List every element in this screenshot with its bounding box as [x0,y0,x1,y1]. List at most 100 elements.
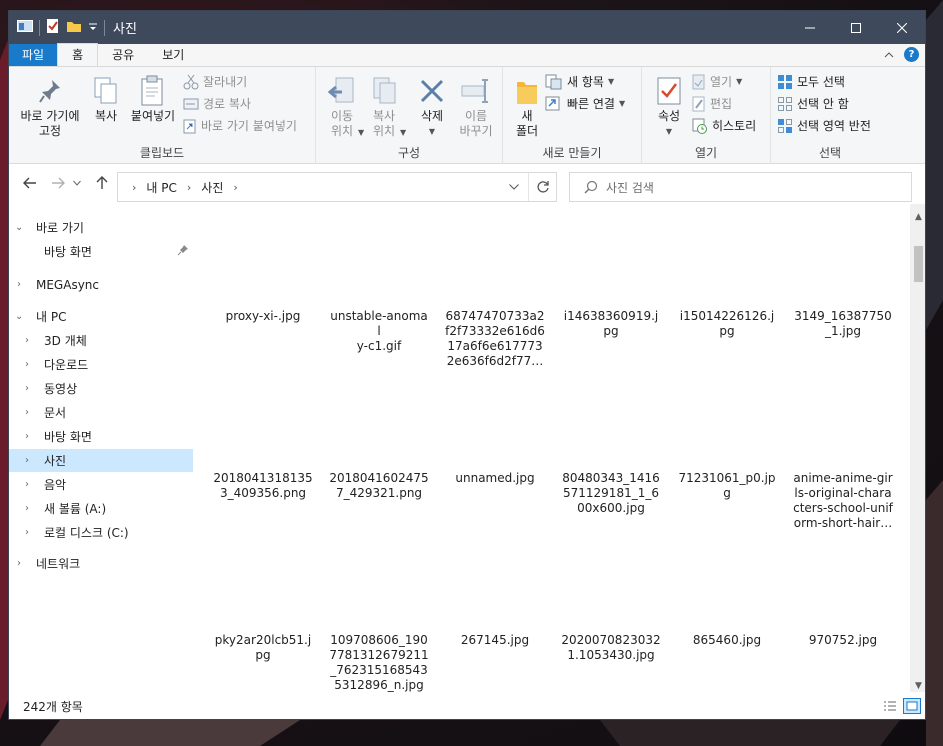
breadcrumb-this-pc[interactable]: 내 PC [146,179,176,196]
nav-3d-objects[interactable]: › 3D 개체 [9,329,193,352]
nav-desktop-pinned[interactable]: 바탕 화면 [9,240,193,263]
large-icons-view-button[interactable] [903,698,921,714]
file-item[interactable]: 2018041602475 7_429321.png [329,471,429,501]
tab-file[interactable]: 파일 [9,44,58,66]
chevron-right-icon[interactable]: › [25,479,29,490]
nav-this-pc[interactable]: ⌄ 내 PC [9,305,193,328]
maximize-button[interactable] [833,11,879,44]
item-count: 242개 항목 [23,700,83,714]
chevron-right-icon[interactable]: › [25,407,29,418]
tab-share[interactable]: 공유 [98,44,148,66]
rename-button[interactable]: 이름 바꾸기 [454,73,498,139]
minimize-button[interactable] [787,11,833,44]
app-icon[interactable] [17,19,33,36]
file-item[interactable]: i14638360919.j pg [561,309,661,339]
chevron-right-icon[interactable]: › [17,558,21,569]
file-item[interactable]: unnamed.jpg [445,471,545,486]
new-folder-quick-icon[interactable] [66,19,82,36]
breadcrumb-pictures[interactable]: 사진 [201,179,223,196]
nav-quick-access[interactable]: ⌄ 바로 가기 [9,216,193,239]
file-item[interactable]: anime-anime-gir ls-original-chara cters-… [793,471,893,531]
select-none-button[interactable]: 선택 안 함 [777,95,849,112]
nav-videos[interactable]: › 동영상 [9,377,193,400]
new-folder-button[interactable]: 새 폴더 [509,73,545,139]
chevron-right-icon[interactable]: › [25,359,29,370]
file-item[interactable]: 3149_16387750 _1.jpg [793,309,893,339]
paste-shortcut-button[interactable]: 바로 가기 붙여넣기 [183,117,297,134]
file-item[interactable]: i15014226126.j pg [677,309,777,339]
chevron-right-icon[interactable]: › [17,279,21,290]
back-button[interactable] [21,174,39,192]
details-view-button[interactable] [881,698,899,714]
nav-megasync[interactable]: › MEGAsync [9,273,193,296]
chevron-right-icon[interactable]: › [25,455,29,466]
vertical-scrollbar[interactable]: ▲ ▼ [910,204,925,692]
file-item[interactable]: 68747470733a2 f2f73332e616d6 17a6f6e6177… [445,309,545,369]
paste-button[interactable]: 붙여넣기 [127,73,179,124]
chevron-right-icon[interactable]: › [25,527,29,538]
refresh-button[interactable] [528,173,556,201]
file-item[interactable]: proxy-xi-.jpg [213,309,313,324]
address-history-dropdown[interactable] [500,173,528,201]
copy-button[interactable]: 복사 [87,73,125,124]
forward-button[interactable] [49,174,67,192]
nav-music[interactable]: › 음악 [9,473,193,496]
breadcrumb-chevron-icon[interactable]: › [132,181,136,194]
move-to-button[interactable]: 이동 위치 ▼ [322,73,364,139]
edit-button[interactable]: 편집 [692,95,732,112]
quick-access-dropdown-icon[interactable] [88,21,98,35]
select-all-button[interactable]: 모두 선택 [777,73,845,90]
chevron-right-icon[interactable]: › [25,431,29,442]
recent-locations-button[interactable] [71,174,83,192]
file-item[interactable]: 267145.jpg [445,633,545,648]
scrollbar-thumb[interactable] [914,246,923,282]
tab-home[interactable]: 홈 [57,43,99,66]
close-button[interactable] [879,11,925,44]
file-item[interactable]: unstable-anomal y-c1.gif [329,309,429,354]
file-item[interactable]: 109708606_190 7781312679211 _76231516854… [329,633,429,693]
delete-button[interactable]: 삭제 ▼ [412,73,452,139]
search-input[interactable]: 사진 검색 [569,172,912,202]
breadcrumb-chevron-icon[interactable]: › [233,181,237,194]
scroll-up-icon[interactable]: ▲ [910,208,925,225]
nav-documents[interactable]: › 문서 [9,401,193,424]
nav-desktop[interactable]: › 바탕 화면 [9,425,193,448]
file-item[interactable]: 2020070823032 1.1053430.jpg [561,633,661,663]
nav-downloads[interactable]: › 다운로드 [9,353,193,376]
ribbon-collapse-icon[interactable] [884,48,894,62]
file-item[interactable]: 970752.jpg [793,633,893,648]
pin-to-quick-access-button[interactable]: 바로 가기에 고정 [15,73,85,139]
chevron-right-icon[interactable]: › [25,383,29,394]
chevron-down-icon[interactable]: ⌄ [15,222,23,233]
address-bar[interactable]: › 내 PC › 사진 › [117,172,557,202]
file-item[interactable]: 80480343_1416 571129181_1_6 00x600.jpg [561,471,661,516]
chevron-right-icon[interactable]: › [25,503,29,514]
help-icon[interactable]: ? [904,47,919,62]
invert-selection-button[interactable]: 선택 영역 반전 [777,117,871,134]
chevron-down-icon[interactable]: ⌄ [15,311,23,322]
easy-access-button[interactable]: 빠른 연결 ▼ [545,95,625,112]
up-button[interactable] [93,174,111,192]
file-item[interactable]: 71231061_p0.jp g [677,471,777,501]
file-item[interactable]: 865460.jpg [677,633,777,648]
chevron-right-icon[interactable]: › [25,335,29,346]
copy-path-button[interactable]: 경로 복사 [183,95,251,112]
cut-button[interactable]: 잘라내기 [183,73,247,90]
open-button[interactable]: 열기 ▼ [692,73,742,90]
nav-network[interactable]: › 네트워크 [9,552,193,575]
file-item[interactable]: 2018041318135 3_409356.png [213,471,313,501]
properties-button[interactable]: 속성 ▼ [650,73,688,139]
nav-volume-a[interactable]: › 새 볼륨 (A:) [9,497,193,520]
file-item[interactable]: pky2ar20lcb51.j pg [213,633,313,663]
tab-view[interactable]: 보기 [148,44,198,66]
nav-pictures[interactable]: › 사진 [9,449,193,472]
breadcrumb-chevron-icon[interactable]: › [187,181,191,194]
new-folder-label: 새 폴더 [515,109,539,138]
rename-label: 이름 바꾸기 [459,109,493,138]
properties-quick-icon[interactable] [46,18,60,37]
history-button[interactable]: 히스토리 [692,117,756,134]
copy-path-label: 경로 복사 [203,97,251,111]
copy-to-button[interactable]: 복사 위치 ▼ [364,73,406,139]
nav-local-disk-c[interactable]: › 로컬 디스크 (C:) [9,521,193,544]
new-item-button[interactable]: 새 항목 ▼ [545,73,614,90]
